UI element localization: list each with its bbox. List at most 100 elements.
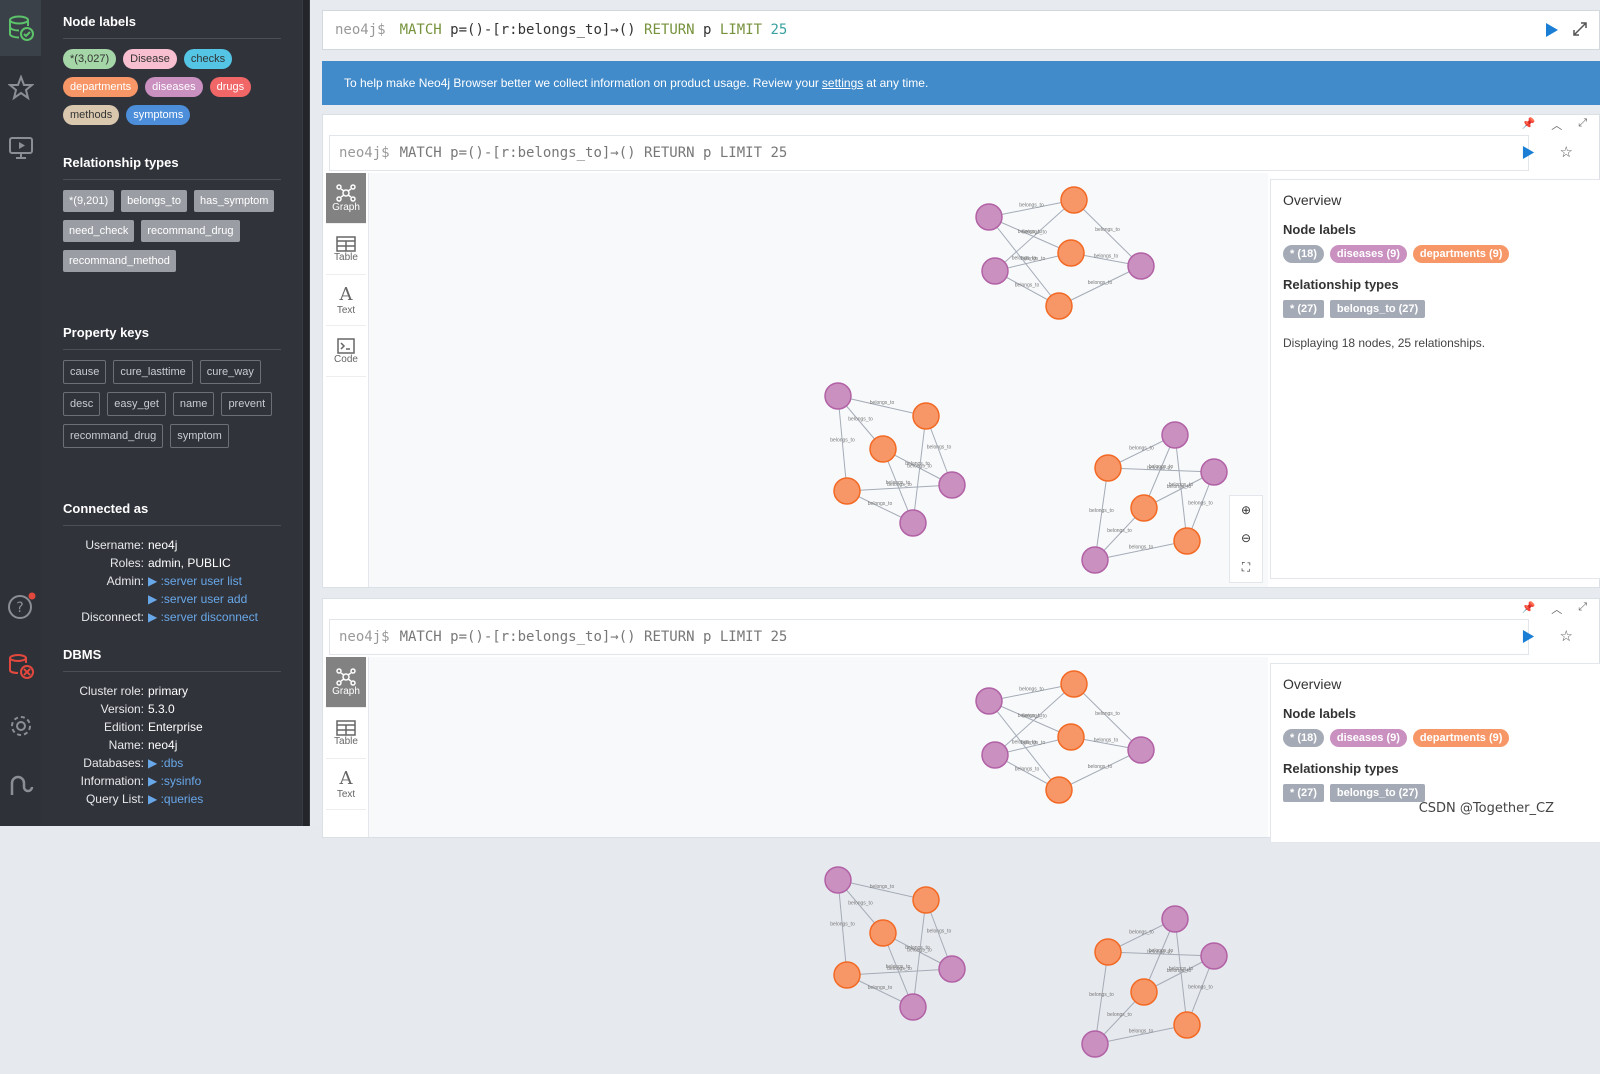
fit-icon[interactable]: ⛶ <box>1242 560 1250 575</box>
disease-node[interactable] <box>938 955 966 983</box>
node-label-pill[interactable]: diseases <box>145 77 203 97</box>
property-key-pill[interactable]: cure_lasttime <box>113 360 193 384</box>
overview-node-pill[interactable]: * (18) <box>1283 729 1324 747</box>
department-node[interactable] <box>912 886 940 914</box>
disease-node[interactable] <box>1200 942 1228 970</box>
disease-node[interactable] <box>1127 252 1155 280</box>
relationship-type-pill[interactable]: recommand_method <box>63 250 176 272</box>
disease-node[interactable] <box>899 509 927 537</box>
property-key-pill[interactable]: symptom <box>170 424 229 448</box>
department-node[interactable] <box>1057 723 1085 751</box>
relationship-edge[interactable] <box>912 415 927 524</box>
rerun-query-button[interactable] <box>1522 145 1535 163</box>
frame-query-2[interactable]: neo4j$ MATCH p=()-[r:belongs_to]→() RETUR… <box>329 619 1529 655</box>
property-key-pill[interactable]: cure_way <box>199 360 261 384</box>
help-icon[interactable]: ? <box>0 578 41 634</box>
disease-node[interactable] <box>1081 1030 1109 1058</box>
disease-node[interactable] <box>981 257 1009 285</box>
department-node[interactable] <box>1173 1011 1201 1039</box>
server-user-list-link[interactable]: ▶ :server user list <box>148 572 242 590</box>
tab-code[interactable]: Code <box>326 326 366 377</box>
pin-icon-2[interactable]: 📌 <box>1521 601 1535 617</box>
tab-text-2[interactable]: A Text <box>326 759 366 810</box>
department-node[interactable] <box>869 919 897 947</box>
rerun-query-button-2[interactable] <box>1522 629 1535 647</box>
about-icon[interactable] <box>0 758 41 814</box>
dbs-link[interactable]: ▶ :dbs <box>148 754 183 772</box>
department-node[interactable] <box>1173 527 1201 555</box>
department-node[interactable] <box>833 961 861 989</box>
relationship-edge[interactable] <box>1094 467 1109 561</box>
relationship-type-pill[interactable]: need_check <box>63 220 135 242</box>
relationship-type-pill[interactable]: belongs_to <box>121 190 187 212</box>
property-key-pill[interactable]: name <box>172 392 215 416</box>
gear-icon[interactable] <box>0 698 41 754</box>
queries-link[interactable]: ▶ :queries <box>148 790 203 808</box>
department-node[interactable] <box>1094 938 1122 966</box>
pin-icon[interactable]: 📌 <box>1521 117 1535 133</box>
graph-canvas-2[interactable]: belongs_to belongs_to belongs_to belongs_to… <box>368 657 1268 1058</box>
fullscreen-icon[interactable]: ⤢ <box>1578 117 1587 133</box>
department-node[interactable] <box>1130 978 1158 1006</box>
disease-node[interactable] <box>981 741 1009 769</box>
disease-node[interactable] <box>975 203 1003 231</box>
relationship-edge[interactable] <box>1094 951 1109 1045</box>
run-query-button[interactable] <box>1545 22 1559 42</box>
node-label-pill[interactable]: departments <box>63 77 139 97</box>
tab-graph[interactable]: Graph <box>326 173 366 224</box>
department-node[interactable] <box>869 435 897 463</box>
overview-node-pill[interactable]: * (18) <box>1283 245 1324 263</box>
relationship-type-pill[interactable]: *(9,201) <box>63 190 115 212</box>
overview-rel-pill[interactable]: belongs_to (27) <box>1329 300 1426 318</box>
department-node[interactable] <box>912 402 940 430</box>
department-node[interactable] <box>833 477 861 505</box>
database-icon[interactable] <box>0 0 41 56</box>
banner-settings-link[interactable]: settings <box>822 76 863 90</box>
node-label-pill[interactable]: methods <box>63 105 120 125</box>
sysinfo-link[interactable]: ▶ :sysinfo <box>148 772 201 790</box>
monitor-play-icon[interactable] <box>0 120 41 176</box>
overview-node-pill[interactable]: diseases (9) <box>1329 245 1407 263</box>
drawer-scroll-thumb[interactable] <box>303 0 309 826</box>
relationship-edge[interactable] <box>912 899 927 1008</box>
zoom-out-icon[interactable]: ⊖ <box>1241 531 1251 545</box>
overview-node-pill[interactable]: departments (9) <box>1412 245 1510 263</box>
relationship-edge[interactable] <box>837 395 848 492</box>
fullscreen-editor-icon[interactable] <box>1573 22 1587 40</box>
disease-node[interactable] <box>1127 736 1155 764</box>
disease-node[interactable] <box>1200 458 1228 486</box>
department-node[interactable] <box>1060 186 1088 214</box>
star-icon[interactable] <box>0 60 41 116</box>
server-disconnect-link[interactable]: ▶ :server disconnect <box>148 608 258 626</box>
collapse-icon[interactable]: ︿ <box>1551 117 1562 133</box>
node-label-pill[interactable]: checks <box>183 49 233 69</box>
department-node[interactable] <box>1045 292 1073 320</box>
disease-node[interactable] <box>899 993 927 1021</box>
query-editor[interactable]: neo4j$ MATCH p=()-[r:belongs_to]→() RETU… <box>322 10 1600 50</box>
graph-canvas[interactable]: belongs_to belongs_to belongs_to belongs_to… <box>368 173 1268 587</box>
department-node[interactable] <box>1094 454 1122 482</box>
relationship-type-pill[interactable]: has_symptom <box>193 190 275 212</box>
property-key-pill[interactable]: desc <box>63 392 101 416</box>
department-node[interactable] <box>1045 776 1073 804</box>
disease-node[interactable] <box>824 382 852 410</box>
disease-node[interactable] <box>938 471 966 499</box>
overview-node-pill[interactable]: departments (9) <box>1412 729 1510 747</box>
disease-node[interactable] <box>1081 546 1109 574</box>
tab-table[interactable]: Table <box>326 224 366 275</box>
drawer-scrollbar[interactable] <box>302 0 310 826</box>
favorite-star-icon-2[interactable]: ☆ <box>1560 627 1573 645</box>
zoom-in-icon[interactable]: ⊕ <box>1241 503 1251 517</box>
tab-table-2[interactable]: Table <box>326 708 366 759</box>
tab-text[interactable]: A Text <box>326 275 366 326</box>
department-node[interactable] <box>1060 670 1088 698</box>
department-node[interactable] <box>1057 239 1085 267</box>
relationship-edge[interactable] <box>837 879 848 976</box>
property-key-pill[interactable]: cause <box>63 360 107 384</box>
department-node[interactable] <box>1130 494 1158 522</box>
relationship-type-pill[interactable]: recommand_drug <box>141 220 240 242</box>
disease-node[interactable] <box>824 866 852 894</box>
node-label-pill[interactable]: Disease <box>123 49 177 69</box>
disease-node[interactable] <box>1161 905 1189 933</box>
favorite-star-icon[interactable]: ☆ <box>1560 143 1573 161</box>
